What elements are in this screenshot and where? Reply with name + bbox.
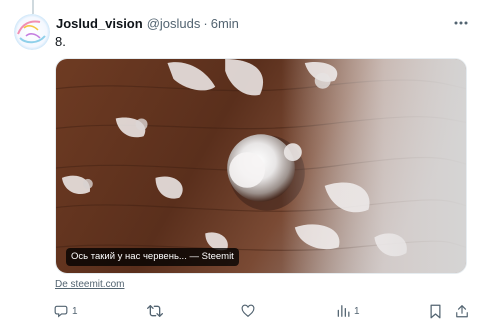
thread-connector-line <box>32 0 34 14</box>
bookmark-button[interactable] <box>429 300 442 322</box>
bookmark-icon <box>430 304 441 318</box>
avatar[interactable] <box>14 14 50 50</box>
link-card[interactable]: Ось такий у нас червень... — Steemit <box>55 58 467 274</box>
share-icon <box>456 304 468 317</box>
user-handle[interactable]: @josluds <box>147 16 201 31</box>
display-name[interactable]: Joslud_vision <box>56 16 143 31</box>
card-image <box>56 59 466 273</box>
views-icon <box>337 305 350 317</box>
share-button[interactable] <box>455 300 469 322</box>
retweet-button[interactable] <box>147 300 167 322</box>
timestamp[interactable]: 6min <box>211 16 239 31</box>
avatar-logo-icon <box>14 14 50 50</box>
like-button[interactable] <box>241 300 259 322</box>
views-count: 1 <box>354 305 360 317</box>
tweet-actions: 1 1 <box>0 300 483 322</box>
reply-button[interactable]: 1 <box>54 300 78 322</box>
reply-icon <box>54 305 68 318</box>
tweet-header: Joslud_vision @josluds · 6min <box>56 14 239 32</box>
views-button[interactable]: 1 <box>336 300 360 322</box>
separator-dot: · <box>203 15 208 31</box>
more-options-button[interactable] <box>451 14 471 32</box>
tweet-text: 8. <box>55 34 66 49</box>
like-icon <box>241 304 255 318</box>
card-title: Ось такий у нас червень... — Steemit <box>66 248 239 266</box>
more-horizontal-icon <box>454 21 468 25</box>
card-source-link[interactable]: De steemit.com <box>55 279 124 290</box>
retweet-icon <box>147 304 163 317</box>
reply-count: 1 <box>72 305 78 317</box>
